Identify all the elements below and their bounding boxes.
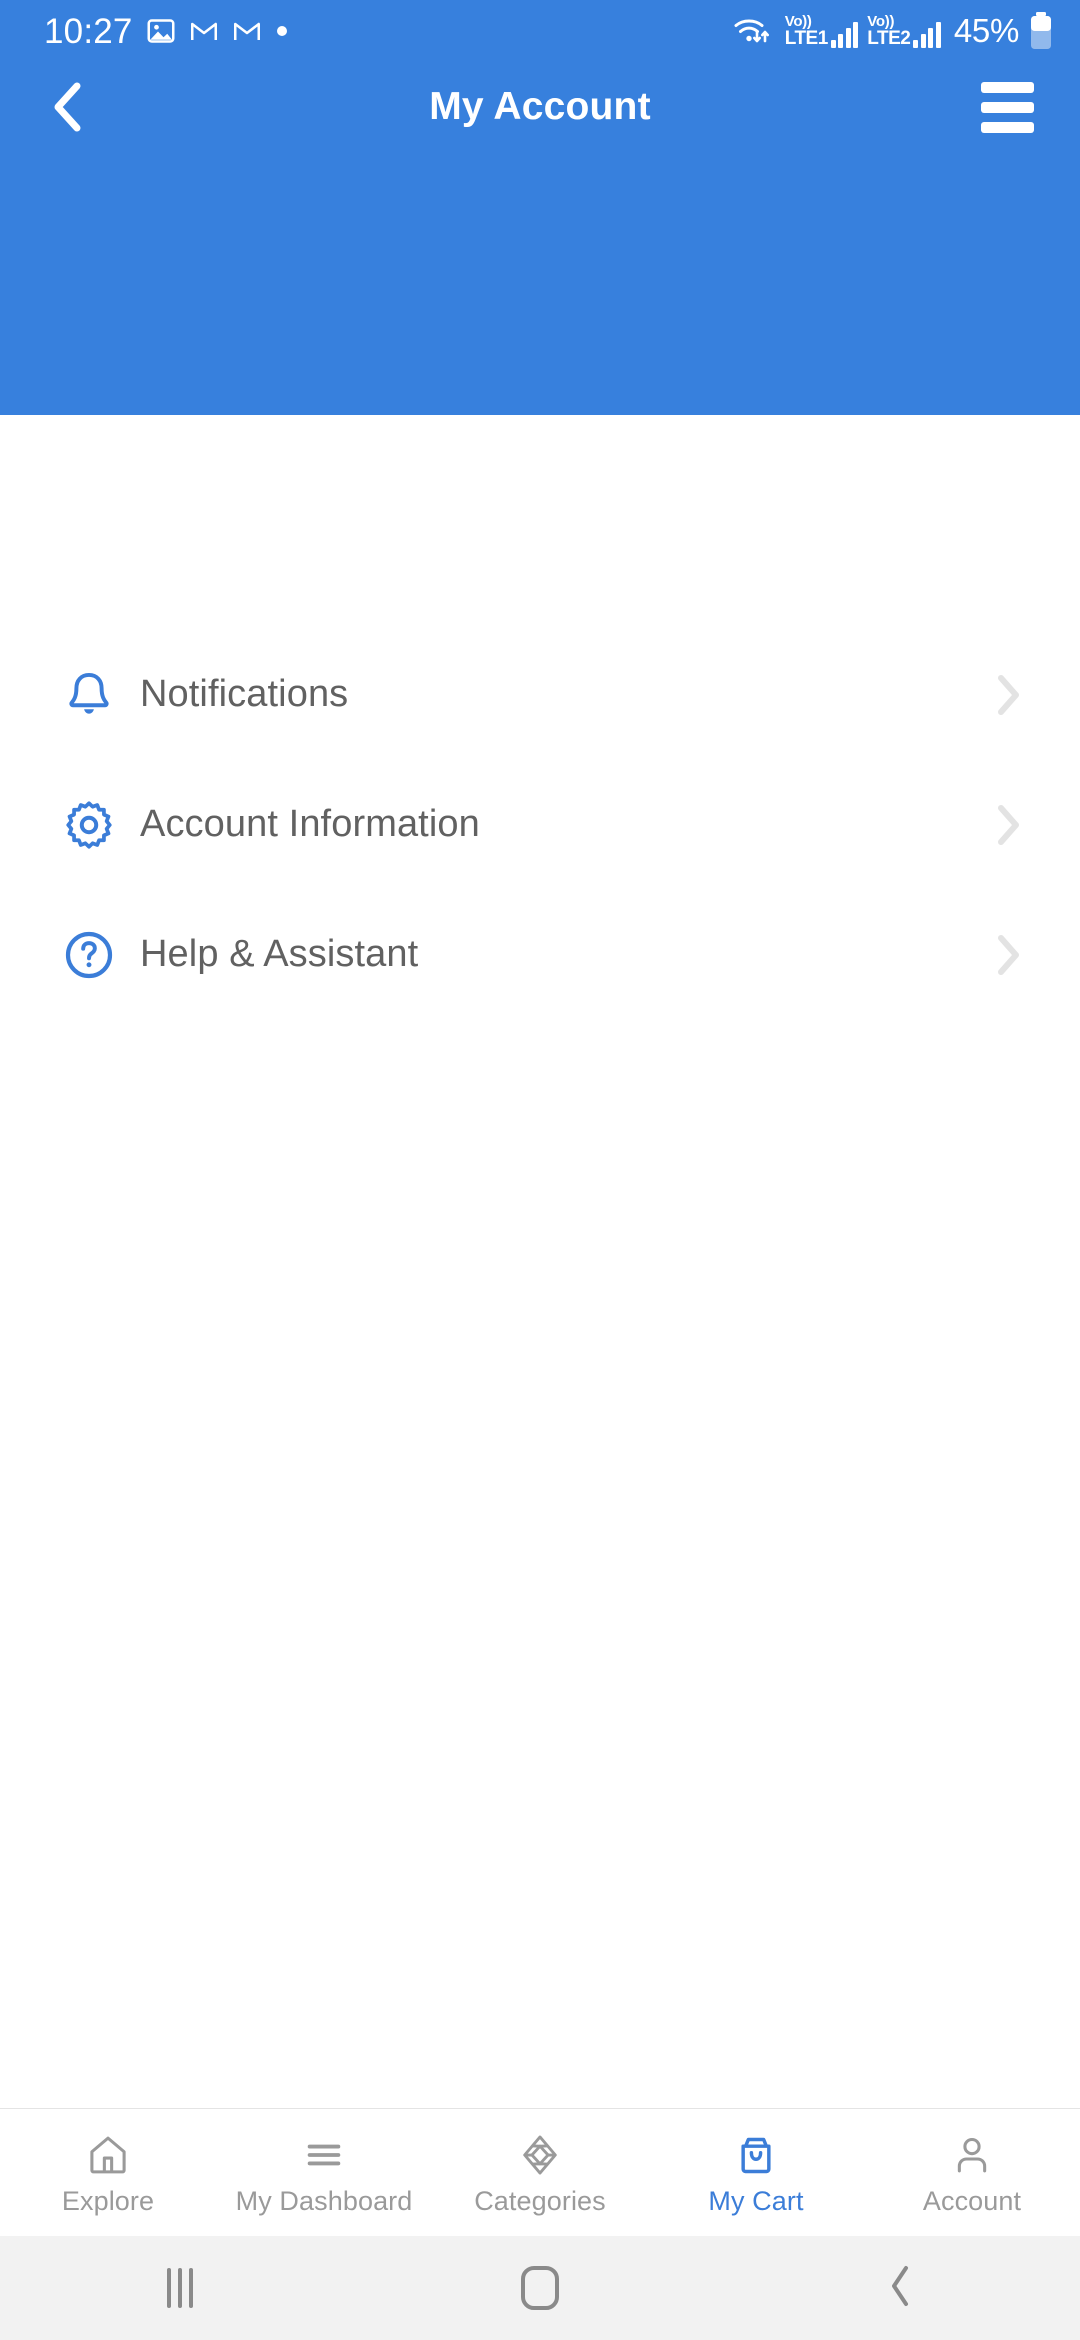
question-circle-icon (58, 924, 120, 986)
list-lines-icon (301, 2131, 347, 2179)
tab-my-dashboard[interactable]: My Dashboard (216, 2109, 432, 2236)
chevron-right-icon (988, 675, 1028, 715)
home-button[interactable] (360, 2236, 720, 2340)
chevron-right-icon (988, 805, 1028, 845)
sim1-signal-bars (830, 22, 859, 48)
sim1-volte-top: Vo)) (784, 13, 812, 30)
chevron-left-icon (54, 82, 81, 132)
blue-header-block: 10:27 Vo)) LTE1 Vo)) LTE2 45% My Account (0, 0, 1080, 415)
gmail-icon (189, 16, 219, 46)
battery-icon (1028, 11, 1054, 51)
bell-icon (58, 664, 120, 726)
main-content: Notifications Account Information Help &… (0, 415, 1080, 2108)
back-chevron-icon (884, 2262, 916, 2315)
status-bar-left: 10:27 (44, 14, 289, 49)
photo-icon (146, 16, 176, 46)
recents-button[interactable] (0, 2236, 360, 2340)
menu-item-label: Help & Assistant (140, 933, 419, 976)
hamburger-menu-button[interactable] (972, 72, 1042, 142)
app-screen: 10:27 Vo)) LTE1 Vo)) LTE2 45% My Account… (0, 0, 1080, 2340)
menu-item-account-information[interactable]: Account Information (0, 760, 1080, 890)
tab-label: Categories (474, 2185, 606, 2216)
tab-explore[interactable]: Explore (0, 2109, 216, 2236)
sim2-volte-top: Vo)) (867, 13, 895, 30)
sim2-signal: Vo)) LTE2 (867, 14, 941, 48)
tab-label: Explore (61, 2185, 155, 2216)
tab-label: Account (922, 2185, 1022, 2216)
menu-item-help-assistant[interactable]: Help & Assistant (0, 890, 1080, 1020)
hamburger-menu-icon-bar (980, 101, 1034, 113)
status-bar-clock: 10:27 (44, 11, 133, 51)
menu-item-notifications[interactable]: Notifications (0, 630, 1080, 760)
status-bar-right: Vo)) LTE1 Vo)) LTE2 45% (732, 11, 1054, 51)
tab-label: My Cart (708, 2185, 804, 2216)
home-icon (85, 2131, 131, 2179)
android-system-nav (0, 2236, 1080, 2340)
home-square-icon (521, 2266, 559, 2310)
system-back-button[interactable] (720, 2236, 1080, 2340)
page-title: My Account (429, 85, 651, 128)
person-icon (949, 2131, 995, 2179)
account-menu-list: Notifications Account Information Help &… (0, 415, 1080, 1020)
status-bar: 10:27 Vo)) LTE1 Vo)) LTE2 45% (0, 0, 1080, 62)
chevron-right-icon (988, 935, 1028, 975)
sim1-volte-bottom: LTE1 (784, 28, 829, 49)
sim1-volte-label: Vo)) LTE1 (784, 13, 829, 49)
gmail-icon (232, 16, 262, 46)
tab-my-cart[interactable]: My Cart (648, 2109, 864, 2236)
sim2-volte-bottom: LTE2 (867, 28, 911, 49)
shopping-bag-icon (733, 2131, 779, 2179)
tab-categories[interactable]: Categories (432, 2109, 648, 2236)
wifi-data-icon (732, 14, 776, 48)
hamburger-menu-icon-bar (980, 121, 1034, 133)
battery-percent-label: 45% (953, 12, 1019, 49)
recents-icon (167, 2268, 193, 2308)
menu-item-label: Notifications (140, 673, 349, 716)
hamburger-menu-icon-bar (980, 81, 1034, 93)
sim2-volte-label: Vo)) LTE2 (867, 13, 911, 49)
cube-diamond-icon (517, 2131, 563, 2179)
tab-label: My Dashboard (235, 2185, 413, 2216)
tab-account[interactable]: Account (864, 2109, 1080, 2236)
dot-icon (275, 24, 289, 38)
sim2-signal-bars (913, 22, 941, 48)
menu-item-label: Account Information (140, 803, 480, 846)
sim1-signal: Vo)) LTE1 (785, 14, 859, 48)
bottom-tab-bar: Explore My Dashboard Categories My Cart … (0, 2108, 1080, 2236)
back-button[interactable] (34, 72, 104, 142)
app-bar: My Account (0, 62, 1080, 152)
gear-icon (58, 794, 120, 856)
